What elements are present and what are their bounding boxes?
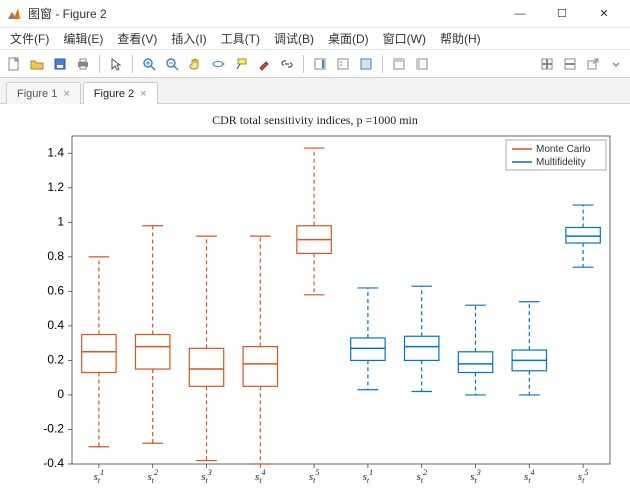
rotate-3d-icon — [211, 57, 225, 71]
axes-icon — [359, 57, 373, 71]
tab-figure-2[interactable]: Figure 2 × — [83, 82, 158, 104]
arrow-cursor-icon — [109, 57, 123, 71]
menu-help[interactable]: 帮助(H) — [434, 28, 487, 49]
toolbar — [0, 50, 630, 78]
layout-2-icon — [415, 57, 429, 71]
menu-insert[interactable]: 插入(I) — [165, 28, 212, 49]
pan-button[interactable] — [185, 54, 205, 74]
close-button[interactable]: ✕ — [584, 1, 624, 27]
svg-text:CDR total sensitivity indices,: CDR total sensitivity indices, p =1000 m… — [212, 113, 418, 127]
print-button[interactable] — [73, 54, 93, 74]
tab-label: Figure 1 — [17, 88, 57, 100]
svg-text:st5: st5 — [578, 468, 589, 485]
tile-icon — [540, 57, 554, 71]
edit-plot-button[interactable] — [106, 54, 126, 74]
hand-icon — [188, 57, 202, 71]
minimize-button[interactable]: — — [500, 1, 540, 27]
svg-text:st1: st1 — [363, 468, 374, 485]
window-title: 图窗 - Figure 2 — [28, 5, 500, 22]
split-h-icon — [563, 57, 577, 71]
figure-canvas[interactable]: CDR total sensitivity indices, p =1000 m… — [0, 104, 630, 500]
svg-text:1: 1 — [57, 214, 64, 228]
brush-icon — [257, 57, 271, 71]
svg-text:st4: st4 — [524, 468, 535, 485]
svg-text:st1: st1 — [94, 468, 105, 485]
svg-text:Monte Carlo: Monte Carlo — [536, 144, 591, 155]
print-icon — [76, 57, 90, 71]
toolbar-right — [537, 54, 626, 74]
window-buttons: — ☐ ✕ — [500, 1, 624, 27]
dock-button-2[interactable] — [560, 54, 580, 74]
legend-icon — [336, 57, 350, 71]
svg-text:1.2: 1.2 — [47, 180, 64, 194]
open-button[interactable] — [27, 54, 47, 74]
toolbar-separator — [132, 55, 133, 73]
menu-bar: 文件(F) 编辑(E) 查看(V) 插入(I) 工具(T) 调试(B) 桌面(D… — [0, 28, 630, 50]
window-titlebar: 图窗 - Figure 2 — ☐ ✕ — [0, 0, 630, 28]
svg-text:0.8: 0.8 — [47, 249, 64, 263]
zoom-out-button[interactable] — [162, 54, 182, 74]
data-cursor-button[interactable] — [231, 54, 251, 74]
dock-button-4[interactable] — [606, 54, 626, 74]
zoom-in-button[interactable] — [139, 54, 159, 74]
folder-open-icon — [30, 57, 44, 71]
new-file-icon — [7, 57, 21, 71]
toolbar-separator — [382, 55, 383, 73]
matlab-icon — [6, 6, 22, 22]
close-icon[interactable]: × — [63, 88, 69, 100]
axes-props-button[interactable] — [356, 54, 376, 74]
save-button[interactable] — [50, 54, 70, 74]
menu-window[interactable]: 窗口(W) — [377, 28, 432, 49]
svg-text:Multifidelity: Multifidelity — [536, 157, 585, 168]
link-button[interactable] — [277, 54, 297, 74]
svg-text:0.6: 0.6 — [47, 283, 64, 297]
menu-file[interactable]: 文件(F) — [4, 28, 55, 49]
dock-button-3[interactable] — [583, 54, 603, 74]
legend-button[interactable] — [333, 54, 353, 74]
svg-text:-0.4: -0.4 — [43, 456, 64, 470]
toolbar-separator — [99, 55, 100, 73]
menu-debug[interactable]: 调试(B) — [268, 28, 320, 49]
new-figure-button[interactable] — [4, 54, 24, 74]
zoom-in-icon — [142, 57, 156, 71]
boxplot-chart: CDR total sensitivity indices, p =1000 m… — [0, 104, 630, 500]
svg-text:st2: st2 — [416, 468, 427, 485]
colorbar-button[interactable] — [310, 54, 330, 74]
data-tip-icon — [234, 57, 248, 71]
svg-text:st2: st2 — [147, 468, 158, 485]
tab-figure-1[interactable]: Figure 1 × — [6, 82, 81, 104]
menu-edit[interactable]: 编辑(E) — [57, 28, 109, 49]
svg-text:1.4: 1.4 — [47, 145, 64, 159]
svg-text:0.4: 0.4 — [47, 318, 64, 332]
hide-plot-tools-button[interactable] — [389, 54, 409, 74]
menu-tools[interactable]: 工具(T) — [215, 28, 266, 49]
menu-more-icon — [609, 57, 623, 71]
close-icon[interactable]: × — [140, 88, 146, 100]
menu-desktop[interactable]: 桌面(D) — [322, 28, 375, 49]
save-icon — [53, 57, 67, 71]
zoom-out-icon — [165, 57, 179, 71]
show-plot-tools-button[interactable] — [412, 54, 432, 74]
tab-label: Figure 2 — [94, 88, 134, 100]
menu-view[interactable]: 查看(V) — [111, 28, 163, 49]
brush-button[interactable] — [254, 54, 274, 74]
undock-icon — [586, 57, 600, 71]
svg-text:st3: st3 — [470, 468, 481, 485]
svg-text:0: 0 — [57, 387, 64, 401]
svg-text:st5: st5 — [309, 468, 320, 485]
svg-text:-0.2: -0.2 — [43, 421, 64, 435]
maximize-button[interactable]: ☐ — [542, 1, 582, 27]
link-icon — [280, 57, 294, 71]
dock-button-1[interactable] — [537, 54, 557, 74]
rotate-button[interactable] — [208, 54, 228, 74]
svg-text:st3: st3 — [201, 468, 212, 485]
svg-text:st4: st4 — [255, 468, 266, 485]
figure-tab-strip: Figure 1 × Figure 2 × — [0, 78, 630, 104]
toolbar-separator — [303, 55, 304, 73]
colorbar-icon — [313, 57, 327, 71]
layout-1-icon — [392, 57, 406, 71]
svg-text:0.2: 0.2 — [47, 352, 64, 366]
